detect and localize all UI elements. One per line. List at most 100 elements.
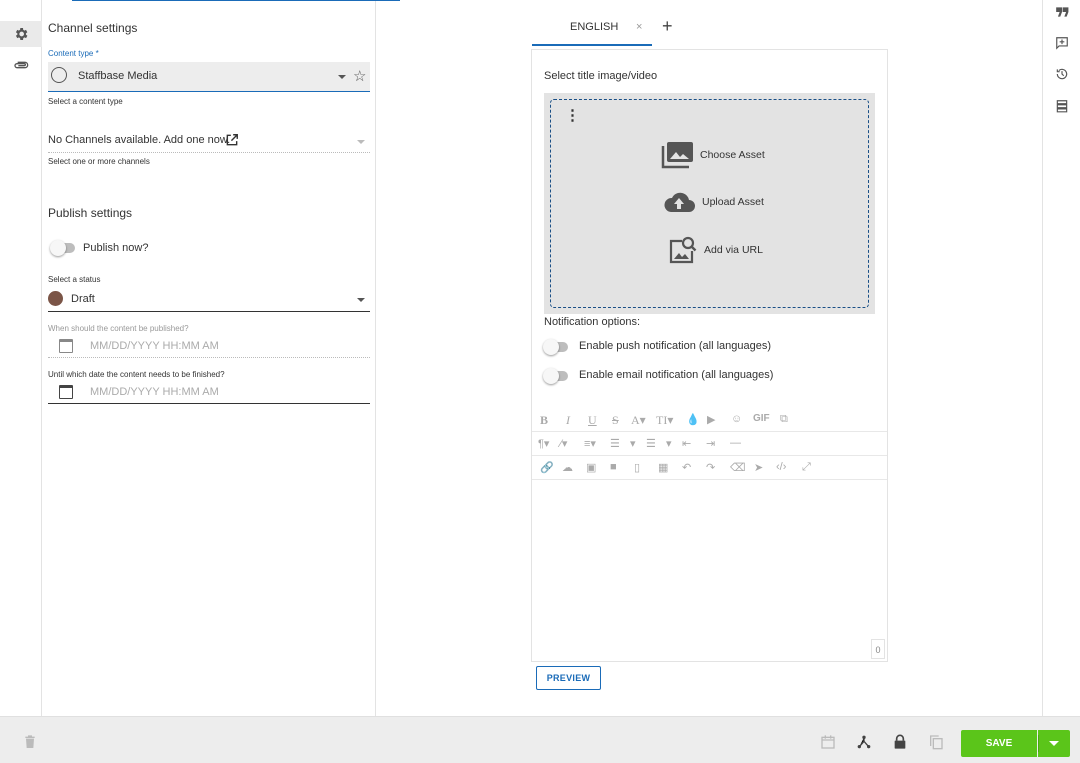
bottom-action-bar: SAVE [0,716,1080,763]
quote-icon [1056,7,1069,17]
lock-icon[interactable] [892,734,908,750]
color-drop-icon[interactable]: 💧 [686,413,700,426]
tab-english[interactable]: ENGLISH × [532,12,652,46]
rte-toolbar-row-3: 🔗 ☁ ▣ ■ ▯ ▦ ↶ ↷ ⌫ ➤ ‹/› ⤢ [532,456,887,480]
select-all-icon[interactable]: ➤ [754,461,763,474]
dropzone-border: ⋮ Choose Asset Upload Asset Add via URL [550,99,869,308]
chevron-down-icon[interactable]: ▾ [630,437,636,450]
indent-icon[interactable]: ⇥ [706,437,715,450]
strikethrough-button[interactable]: S [612,413,619,428]
content-type-label: Content type * [48,49,99,58]
publish-date-placeholder: MM/DD/YYYY HH:MM AM [90,340,219,352]
redo-icon[interactable]: ↷ [706,461,715,474]
toggle-knob [543,339,559,355]
push-notification-toggle[interactable] [543,339,568,355]
finish-date-input[interactable]: MM/DD/YYYY HH:MM AM [48,382,370,404]
italic-button[interactable]: I [566,413,570,428]
toggle-knob [50,240,66,256]
push-notification-label: Enable push notification (all languages) [579,340,772,352]
finish-date-placeholder: MM/DD/YYYY HH:MM AM [90,386,219,398]
save-button[interactable]: SAVE [961,730,1037,757]
trash-icon[interactable] [22,734,38,750]
list-stack-icon [1056,100,1068,113]
chevron-down-icon [338,75,346,79]
char-counter: 0 [871,639,885,659]
link-icon[interactable]: 🔗 [540,461,554,474]
schedule-icon[interactable] [820,734,836,750]
publish-date-input[interactable]: MM/DD/YYYY HH:MM AM [48,336,370,358]
special-chars-icon[interactable]: ⧉ [780,413,788,426]
channel-settings-title: Channel settings [48,21,138,35]
publish-settings-title: Publish settings [48,206,133,220]
calendar-alert-icon [59,385,73,399]
history-button[interactable] [1053,65,1071,83]
fullscreen-icon[interactable]: ⤢ [802,461,811,474]
publish-now-toggle[interactable] [50,240,75,256]
gear-icon [15,28,28,40]
quotes-button[interactable] [1053,3,1071,21]
external-link-icon[interactable] [225,133,239,147]
title-image-dropzone[interactable]: ⋮ Choose Asset Upload Asset Add via URL [544,93,875,314]
duplicate-icon[interactable] [928,734,944,750]
settings-tab[interactable] [0,21,42,47]
left-rail [0,0,42,716]
top-accent-line [72,0,400,1]
content-type-select[interactable]: Staffbase Media [48,62,370,92]
comments-button[interactable] [1053,34,1071,52]
history-icon [1056,68,1068,80]
chevron-down-icon [357,140,365,144]
versions-button[interactable] [1053,97,1071,115]
choose-asset-button[interactable]: Choose Asset [660,141,765,169]
font-size-dropdown[interactable]: A▾ [631,413,646,428]
calendar-icon [59,339,73,353]
code-view-icon[interactable]: ‹/› [776,461,786,473]
horizontal-line-icon[interactable]: — [730,437,741,449]
favorite-star-icon[interactable]: ☆ [353,67,366,85]
text-size-dropdown[interactable]: TI▾ [656,413,673,428]
publish-now-label: Publish now? [83,242,149,254]
close-icon[interactable]: × [636,21,642,33]
table-icon[interactable]: ▦ [658,461,668,474]
add-via-url-label: Add via URL [704,244,763,256]
file-icon[interactable]: ▯ [634,461,640,474]
attachment-icon [14,61,29,69]
ordered-list-icon[interactable]: ☰ [610,437,620,450]
paragraph-style-icon[interactable]: ⁄▾ [560,437,567,450]
paragraph-format-icon[interactable]: ¶▾ [538,437,549,450]
save-options-dropdown[interactable] [1038,730,1070,757]
rte-content-area[interactable] [532,481,887,661]
eraser-icon[interactable]: ⌫ [730,461,746,474]
undo-icon[interactable]: ↶ [682,461,691,474]
align-icon[interactable]: ≡▾ [584,437,596,450]
gif-button[interactable]: GIF [753,413,770,424]
outdent-icon[interactable]: ⇤ [682,437,691,450]
cloud-icon[interactable]: ☁ [562,461,573,474]
attachments-tab[interactable] [8,52,34,78]
finish-date-label: Until which date the content needs to be… [48,370,225,379]
more-vert-icon[interactable]: ⋮ [565,108,580,123]
preview-button[interactable]: PREVIEW [536,666,601,690]
photo-library-icon [661,142,693,169]
workflow-icon[interactable] [856,734,872,750]
unordered-list-icon[interactable]: ☰ [646,437,656,450]
image-icon[interactable]: ▣ [586,461,596,474]
add-via-url-button[interactable]: Add via URL [668,235,763,265]
bold-button[interactable]: B [540,413,548,428]
image-search-icon [669,236,697,264]
emoji-icon[interactable]: ☺ [731,413,742,425]
content-type-helper: Select a content type [48,97,123,106]
app-root: Channel settings Content type * Staffbas… [0,0,1080,763]
content-type-value: Staffbase Media [78,70,158,82]
channels-select[interactable]: No Channels available. Add one now. [48,130,370,153]
publish-date-label: When should the content be published? [48,324,189,333]
upload-asset-button[interactable]: Upload Asset [662,190,764,214]
tab-english-label: ENGLISH [570,21,619,33]
status-select[interactable]: Draft [48,289,370,312]
add-language-icon[interactable]: + [662,16,673,37]
video-icon[interactable]: ▶ [707,413,715,426]
underline-button[interactable]: U [588,413,597,428]
chevron-down-icon[interactable]: ▾ [666,437,672,450]
video-camera-icon[interactable]: ■ [610,461,617,473]
cloud-upload-icon [664,192,695,212]
email-notification-toggle[interactable] [543,368,568,384]
